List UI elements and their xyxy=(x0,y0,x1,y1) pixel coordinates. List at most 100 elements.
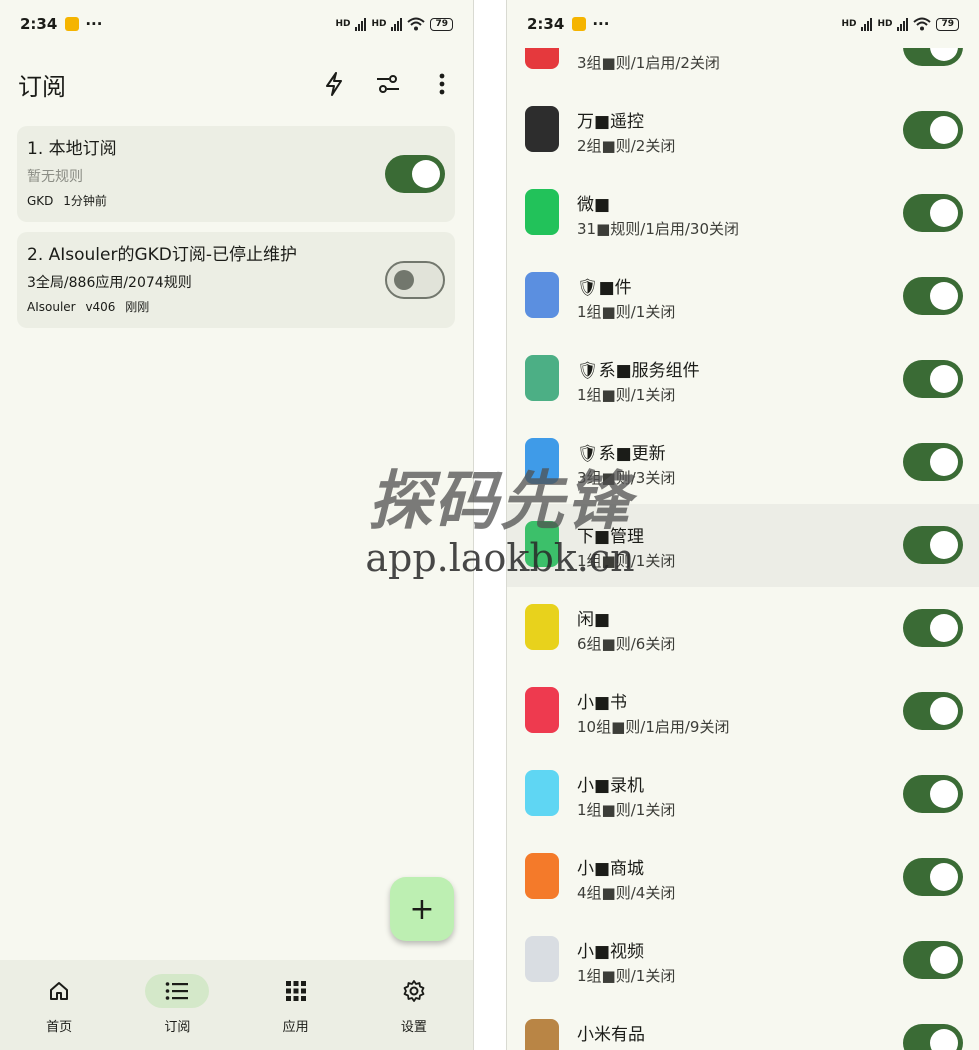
status-time: 2:34 xyxy=(527,15,565,33)
subscription-version: v406 xyxy=(85,300,116,314)
hd-label-2: HD xyxy=(877,19,893,29)
app-toggle[interactable] xyxy=(903,1024,963,1050)
app-rule-summary: 1组■则/1关闭 xyxy=(577,386,676,404)
signal-icon xyxy=(861,17,873,31)
app-rule-summary: 4组■则/4关闭 xyxy=(577,884,676,902)
app-toggle[interactable] xyxy=(903,360,963,398)
subscription-card[interactable]: 2. AIsouler的GKD订阅-已停止维护 3全局/886应用/2074规则… xyxy=(17,232,455,328)
app-toggle[interactable] xyxy=(903,941,963,979)
page-title: 订阅 xyxy=(18,72,66,101)
app-toggle[interactable] xyxy=(903,277,963,315)
app-rule-summary: 10组■则/1启用/9关闭 xyxy=(577,718,730,736)
app-row[interactable]: 下■管理 1组■则/1关闭 xyxy=(507,504,979,587)
signal-icon-2 xyxy=(897,17,909,31)
wifi-icon xyxy=(913,17,932,31)
app-row[interactable]: 小■录机 1组■则/1关闭 xyxy=(507,753,979,836)
app-toggle[interactable] xyxy=(903,775,963,813)
app-row[interactable]: 小■书 10组■则/1启用/9关闭 xyxy=(507,670,979,753)
app-row[interactable]: 小米有品 xyxy=(507,1002,979,1050)
nav-label: 应用 xyxy=(282,1020,309,1035)
app-row[interactable]: 小■视频 1组■则/1关闭 xyxy=(507,919,979,1002)
app-toggle[interactable] xyxy=(903,858,963,896)
app-row[interactable]: 万■遥控 2组■则/2关闭 xyxy=(507,89,979,172)
more-notifications-icon: ··· xyxy=(85,15,103,33)
app-icon xyxy=(525,521,559,567)
app-icon xyxy=(525,770,559,816)
subscription-desc: 暂无规则 xyxy=(27,169,83,185)
subscription-toggle[interactable] xyxy=(385,261,445,299)
app-toggle[interactable] xyxy=(903,692,963,730)
subscription-toggle[interactable] xyxy=(385,155,445,193)
app-icon xyxy=(525,355,559,401)
app-name: 小■录机 xyxy=(577,776,645,796)
nav-item-home[interactable]: 首页 xyxy=(0,960,118,1050)
app-rule-summary: 1组■则/1关闭 xyxy=(577,801,676,819)
app-rule-summary: 1组■则/1关闭 xyxy=(577,967,676,985)
app-name: 小米有品 xyxy=(577,1025,645,1045)
app-toggle[interactable] xyxy=(903,609,963,647)
subscription-desc: 3全局/886应用/2074规则 xyxy=(27,275,192,291)
top-app-bar: 订阅 xyxy=(0,60,473,108)
app-name: 闲■ xyxy=(577,610,611,630)
status-time: 2:34 xyxy=(20,15,58,33)
app-toggle[interactable] xyxy=(903,443,963,481)
app-toggle[interactable] xyxy=(903,111,963,149)
subscription-name: 1. 本地订阅 xyxy=(27,139,117,159)
app-name: 下■管理 xyxy=(577,527,645,547)
app-row[interactable]: 🛡■件 1组■则/1关闭 xyxy=(507,255,979,338)
app-name: 小■商城 xyxy=(577,859,645,879)
flash-icon[interactable] xyxy=(321,71,347,97)
app-rule-summary: 1组■则/1关闭 xyxy=(577,303,676,321)
app-rule-summary: 31■规则/1启用/30关闭 xyxy=(577,220,739,238)
add-subscription-button[interactable]: + xyxy=(390,877,454,941)
nav-item-apps[interactable]: 应用 xyxy=(237,960,355,1050)
subscription-author: AIsouler xyxy=(27,300,76,314)
app-row[interactable]: 微■ 31■规则/1启用/30关闭 xyxy=(507,172,979,255)
app-icon xyxy=(525,687,559,733)
notification-icon xyxy=(572,17,587,31)
nav-label: 订阅 xyxy=(164,1020,191,1035)
more-notifications-icon: ··· xyxy=(592,15,610,33)
subscription-updated: 刚刚 xyxy=(125,300,150,314)
app-rule-summary: 6组■则/6关闭 xyxy=(577,635,676,653)
status-bar: 2:34 ··· HD HD 79 xyxy=(0,0,473,48)
signal-icon-2 xyxy=(391,17,403,31)
wifi-icon xyxy=(407,17,426,31)
more-vert-icon[interactable] xyxy=(429,71,455,97)
app-row[interactable]: 🛡系■服务组件 1组■则/1关闭 xyxy=(507,338,979,421)
hd-label: HD xyxy=(841,19,857,29)
subscription-card[interactable]: 1. 本地订阅 暂无规则 GKD 1分钟前 xyxy=(17,126,455,222)
hd-label-2: HD xyxy=(371,19,387,29)
app-icon xyxy=(525,272,559,318)
subscription-meta: GKD 1分钟前 xyxy=(27,192,445,210)
app-name: 🛡■件 xyxy=(577,278,632,298)
app-toggle[interactable] xyxy=(903,194,963,232)
nav-item-subscription[interactable]: 订阅 xyxy=(118,960,236,1050)
app-icon xyxy=(525,1019,559,1050)
app-row[interactable]: 🛡系■更新 3组■则/3关闭 xyxy=(507,421,979,504)
app-toggle[interactable] xyxy=(903,526,963,564)
app-rule-summary: 1组■则/1关闭 xyxy=(577,552,676,570)
app-name: 🛡系■更新 xyxy=(577,444,666,464)
nav-label: 设置 xyxy=(400,1020,427,1035)
status-bar: 2:34 ··· HD HD 79 xyxy=(507,0,979,48)
subscription-meta: AIsouler v406 刚刚 xyxy=(27,298,445,316)
app-list-screen: 闲■ 3组■则/1启用/2关闭万■遥控 2组■则/2关闭微■ 31■规则/1启用/30… xyxy=(506,0,979,1050)
app-name: 小■书 xyxy=(577,693,628,713)
battery-indicator: 79 xyxy=(430,17,453,31)
home-icon xyxy=(27,974,91,1008)
hd-label: HD xyxy=(335,19,351,29)
app-icon xyxy=(525,604,559,650)
app-row[interactable]: 小■商城 4组■则/4关闭 xyxy=(507,836,979,919)
notification-icon xyxy=(65,17,80,31)
grid-icon xyxy=(264,974,328,1008)
nav-item-settings[interactable]: 设置 xyxy=(355,960,473,1050)
app-row[interactable]: 闲■ 6组■则/6关闭 xyxy=(507,587,979,670)
battery-indicator: 79 xyxy=(936,17,959,31)
nav-label: 首页 xyxy=(46,1020,73,1035)
app-name: 微■ xyxy=(577,195,611,215)
app-icon xyxy=(525,438,559,484)
bottom-navigation: 首页 订阅 应用 设置 xyxy=(0,960,473,1050)
filter-settings-icon[interactable] xyxy=(375,71,401,97)
gear-icon xyxy=(382,974,446,1008)
